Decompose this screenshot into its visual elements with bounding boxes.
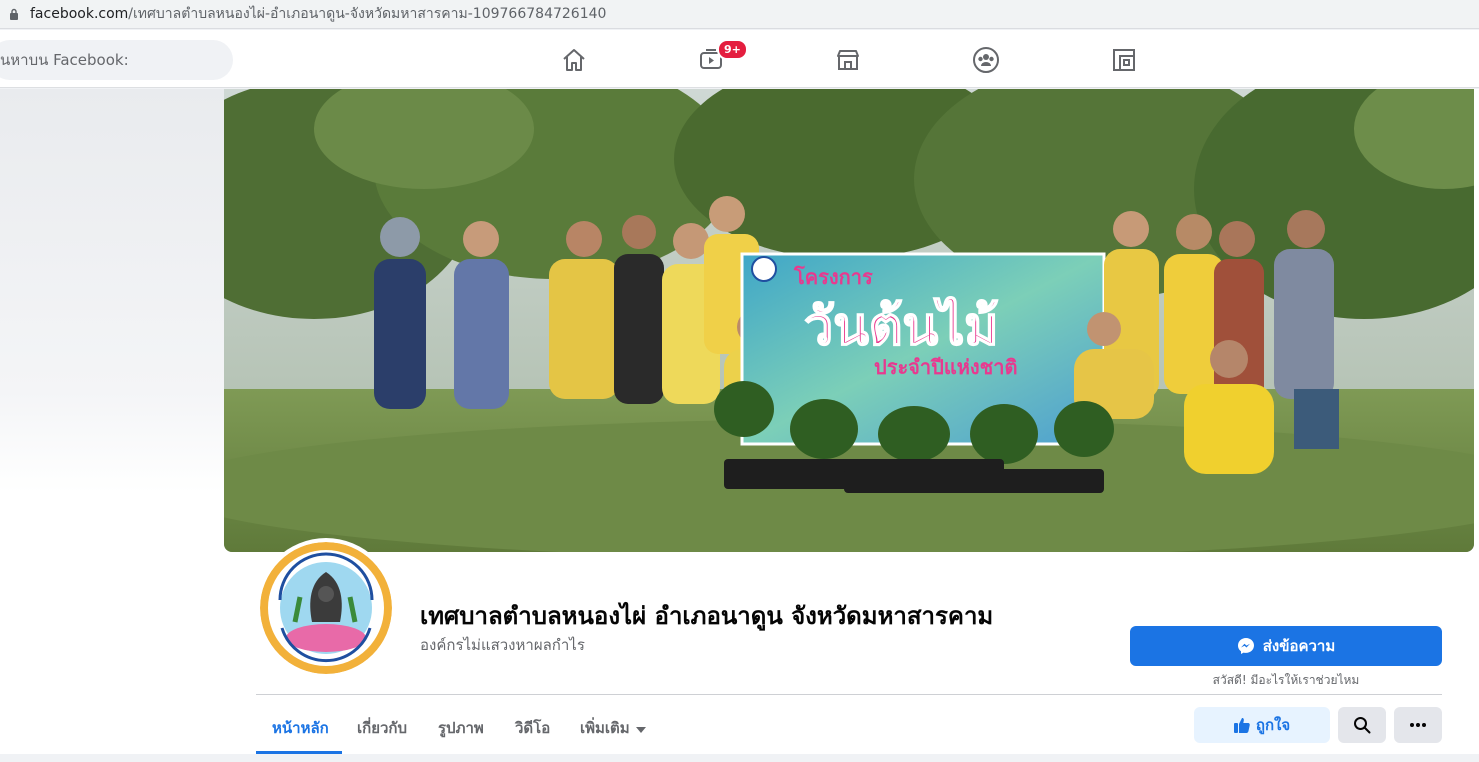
tab-more[interactable]: เพิ่มเติม [564,704,662,752]
page-category: องค์กรไม่แสวงหาผลกำไร [420,636,585,654]
message-hint: สวัสดี! มีอะไรให้เราช่วยไหม [1212,673,1360,687]
tab-label: เพิ่มเติม [580,719,630,737]
page-profile-picture[interactable] [256,538,396,678]
groups-icon[interactable] [966,40,1006,80]
marketplace-icon[interactable] [828,40,868,80]
gaming-icon[interactable] [1104,40,1144,80]
search-placeholder: นหาบน Facebook: [0,51,129,69]
more-dots-icon [1410,723,1426,727]
cover-photo[interactable]: โครงการ วันต้นไม้ ประจำปีแห่งชาติ [224,89,1474,552]
url-path: /เทศบาลตำบลหนองไผ่-อำเภอนาดูน-จังหวัดมหา… [128,6,607,22]
svg-text:ประจำปีแห่งชาติ: ประจำปีแห่งชาติ [874,355,1017,379]
tab-label: วิดีโอ [515,719,551,737]
facebook-top-nav: นหาบน Facebook: 9+ [0,30,1479,88]
left-background [0,89,224,762]
tab-about[interactable]: เกี่ยวกับ [341,704,423,752]
browser-address-bar[interactable]: facebook.com/เทศบาลตำบลหนองไผ่-อำเภอนาดู… [0,0,1479,29]
home-icon[interactable] [554,40,594,80]
thumbs-up-icon [1233,718,1250,733]
search-icon [1354,717,1371,734]
tab-label: หน้าหลัก [272,719,329,737]
header-divider [256,694,1442,695]
send-message-button[interactable]: ส่งข้อความ [1130,626,1442,666]
svg-text:วันต้นไม้: วันต้นไม้ [804,296,999,357]
search-input[interactable]: นหาบน Facebook: [0,40,233,80]
like-page-button[interactable]: ถูกใจ [1194,707,1330,743]
more-options-button[interactable] [1394,707,1442,743]
send-message-label: ส่งข้อความ [1262,637,1336,655]
like-label: ถูกใจ [1255,716,1291,734]
watch-notification-badge: 9+ [717,39,748,60]
url-host: facebook.com [30,6,129,22]
messenger-icon [1237,638,1254,654]
caret-down-icon [635,719,646,737]
tab-home[interactable]: หน้าหลัก [256,704,345,752]
search-page-button[interactable] [1338,707,1386,743]
feed-background-strip [0,754,1479,762]
svg-text:โครงการ: โครงการ [793,265,873,289]
tab-videos[interactable]: วิดีโอ [499,704,566,752]
tab-label: เกี่ยวกับ [357,719,408,737]
tab-photos[interactable]: รูปภาพ [422,704,500,752]
url-text[interactable]: facebook.com/เทศบาลตำบลหนองไผ่-อำเภอนาดู… [30,3,606,25]
page-title: เทศบาลตำบลหนองไผ่ อำเภอนาดูน จังหวัดมหาส… [420,602,994,630]
tab-label: รูปภาพ [438,719,484,737]
lock-icon [8,7,20,21]
